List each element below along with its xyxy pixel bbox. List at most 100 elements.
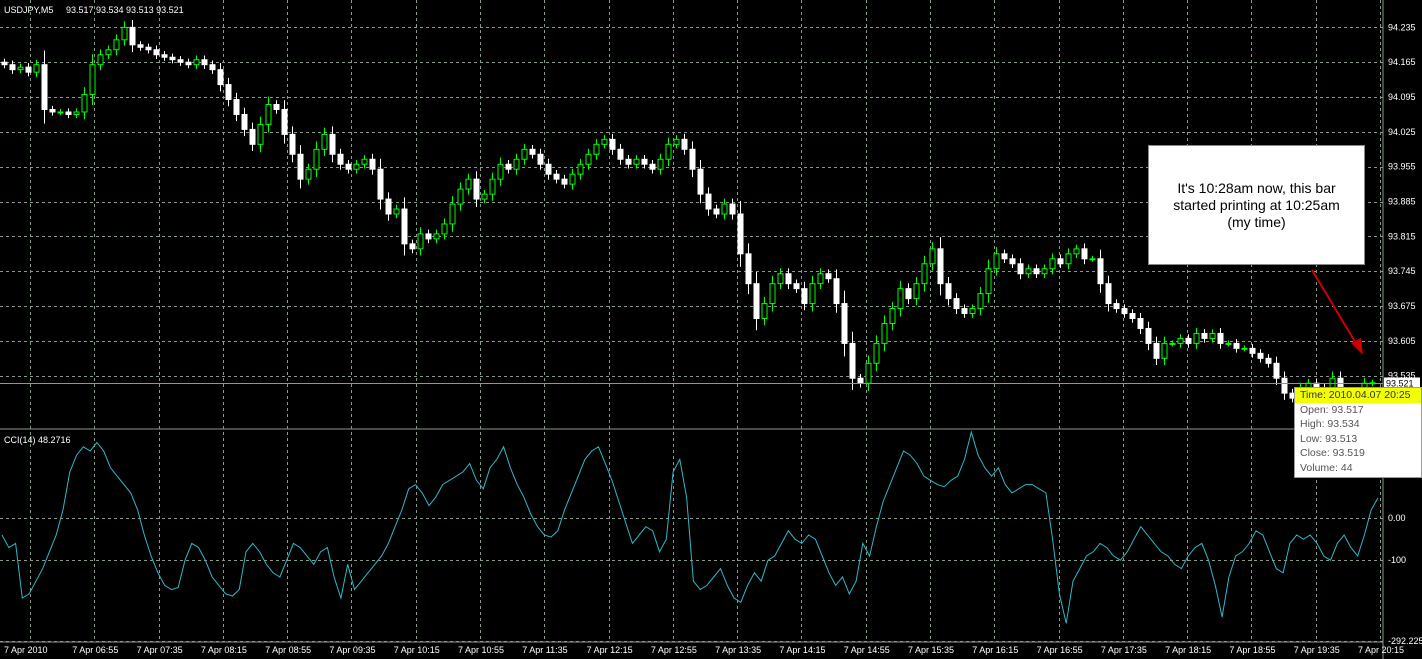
candle-body [1113, 303, 1120, 310]
candle-body [625, 158, 632, 165]
ohlc-label: 93.517 93.534 93.513 93.521 [66, 5, 184, 15]
candle-body [265, 104, 272, 125]
candle-body [601, 138, 608, 145]
candle-body [1, 61, 8, 66]
cci-tick-label: -100 [1388, 555, 1406, 565]
cci-tick-label: 0.00 [1388, 513, 1406, 523]
time-tick-label: 7 Apr 10:15 [394, 645, 440, 655]
candle-body [873, 342, 880, 364]
candle-body [801, 288, 808, 305]
candle-body [225, 84, 232, 101]
candle-body [657, 158, 664, 170]
candle-body [361, 158, 368, 165]
candle-body [113, 39, 120, 51]
candle-body [281, 108, 288, 135]
candle-body [969, 308, 976, 315]
time-tick-label: 7 Apr 20:15 [1358, 645, 1404, 655]
candle-body [49, 108, 56, 113]
candle-body [1001, 253, 1008, 260]
time-tick-label: 7 Apr 18:15 [1165, 645, 1211, 655]
candle-body [889, 308, 896, 324]
time-tick-label: 7 Apr 11:35 [522, 645, 567, 655]
candle-body [609, 138, 616, 150]
candle-body [201, 59, 208, 66]
candle-body [617, 148, 624, 160]
candle-body [1097, 258, 1104, 285]
candle-body [353, 163, 360, 170]
candle-body [9, 64, 16, 71]
candle-body [321, 133, 328, 150]
time-tick-label: 7 Apr 12:15 [587, 645, 633, 655]
bar-info-tooltip: Time: 2010.04.07 20:25 Open: 93.517 High… [1294, 387, 1422, 478]
time-tick-label: 7 Apr 18:55 [1229, 645, 1275, 655]
candle-body [33, 64, 40, 73]
candle-body [649, 163, 656, 170]
price-tick-label: 94.025 [1388, 127, 1416, 137]
candle-body [545, 163, 552, 175]
candle-body [777, 273, 784, 285]
candle-body [793, 283, 800, 290]
time-tick-label: 7 Apr 2010 [4, 645, 48, 655]
candle-body [1057, 258, 1064, 265]
candle-body [985, 268, 992, 295]
candle-body [473, 178, 480, 200]
candle-body [1169, 342, 1176, 345]
candle-body [945, 283, 952, 300]
candle-body [497, 163, 504, 180]
candle-body [1177, 337, 1184, 344]
candle-body [329, 133, 336, 155]
candle-body [673, 138, 680, 145]
candle-body [769, 283, 776, 305]
time-tick-label: 7 Apr 14:55 [844, 645, 890, 655]
price-chart[interactable]: 94.235 94.165 94.095 94.025 93.955 93.885 93.8… [0, 0, 1422, 659]
time-tick-label: 7 Apr 06:55 [72, 645, 118, 655]
candle-body [633, 158, 640, 165]
candle-body [825, 273, 832, 280]
candle-body [585, 153, 592, 165]
candle-body [345, 163, 352, 170]
candle-body [25, 66, 32, 73]
candle-body [569, 173, 576, 185]
time-tick-label: 7 Apr 10:55 [458, 645, 504, 655]
candle-body [1153, 342, 1160, 359]
price-tick-label: 93.885 [1388, 197, 1416, 207]
candle-body [745, 253, 752, 285]
candle-body [1081, 248, 1088, 260]
tooltip-high: High: 93.534 [1300, 418, 1360, 430]
candle-body [1225, 342, 1232, 345]
candle-body [1257, 352, 1264, 359]
candle-body [993, 253, 1000, 270]
time-tick-label: 7 Apr 08:15 [201, 645, 247, 655]
candle-body [393, 208, 400, 215]
price-tick-label: 93.815 [1388, 231, 1416, 241]
candle-body [953, 298, 960, 310]
candle-body [1129, 313, 1136, 320]
candle-body [137, 44, 144, 48]
candle-body [1009, 258, 1016, 265]
candle-body [217, 69, 224, 86]
candle-body [193, 59, 200, 66]
candle-body [1033, 268, 1040, 275]
price-tick-label: 94.095 [1388, 92, 1416, 102]
candle-body [1249, 347, 1256, 354]
candle-body [1185, 337, 1192, 344]
candle-body [153, 49, 160, 56]
candle-body [977, 293, 984, 310]
time-tick-label: 7 Apr 17:35 [1101, 645, 1147, 655]
time-tick-label: 7 Apr 09:35 [329, 645, 375, 655]
candle-body [593, 143, 600, 155]
candle-body [817, 273, 824, 285]
candle-body [1025, 268, 1032, 275]
candle-body [713, 208, 720, 215]
candle-body [129, 26, 136, 46]
cci-indicator-label: CCI(14) 48.2716 [4, 435, 71, 445]
candle-body [697, 168, 704, 195]
symbol-label: USDJPY,M5 [4, 5, 53, 15]
candle-body [1065, 253, 1072, 265]
candle-body [529, 148, 536, 155]
candle-body [897, 288, 904, 310]
candle-body [921, 263, 928, 285]
candle-body [761, 303, 768, 320]
candle-body [73, 111, 80, 115]
annotation-note: It's 10:28am now, this bar started print… [1148, 145, 1365, 265]
